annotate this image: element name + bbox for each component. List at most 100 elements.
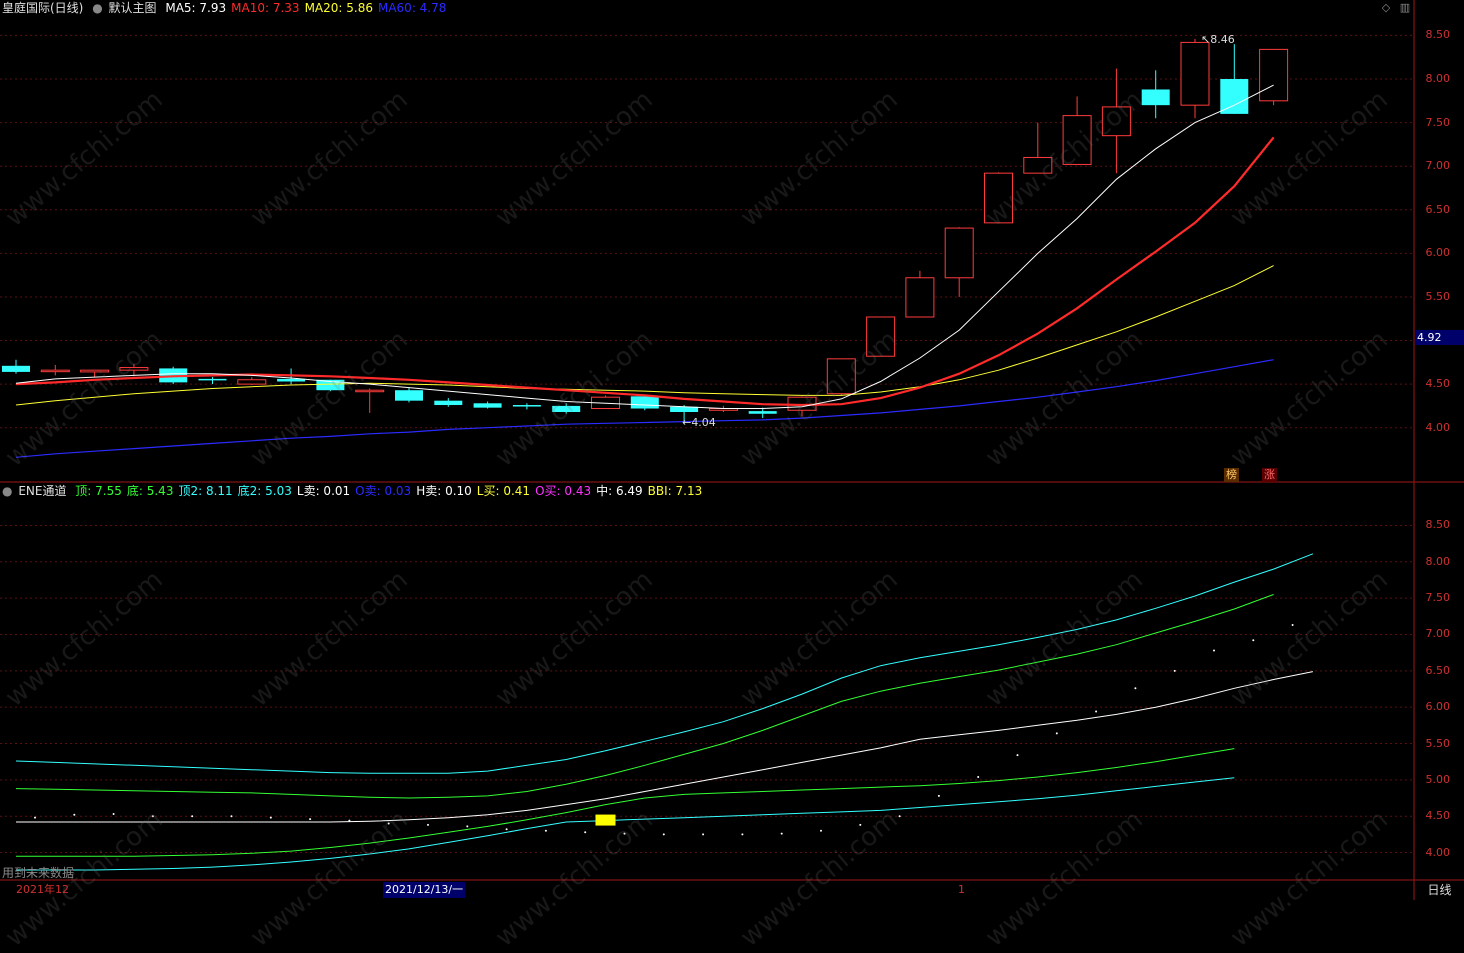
ma-label-1: MA5: 7.93 — [165, 1, 227, 15]
candle[interactable] — [1220, 44, 1249, 114]
chart-frame — [0, 0, 1464, 900]
bbi-dot — [623, 832, 626, 835]
ene-label-11: BBI: 7.13 — [647, 484, 703, 498]
sub-axis-tick: 7.50 — [1425, 591, 1451, 605]
candle[interactable] — [1062, 96, 1092, 165]
sub-axis-tick: 6.50 — [1425, 663, 1451, 677]
template-name[interactable]: 默认主图 — [109, 1, 157, 15]
candle[interactable] — [395, 387, 423, 403]
sub-axis-tick: 4.00 — [1425, 845, 1451, 859]
candle[interactable] — [355, 388, 385, 413]
ma-label-4: MA60: 4.78 — [377, 1, 447, 15]
ene-label-10: 中: 6.49 — [596, 484, 643, 498]
sub-axis-tick: 6.00 — [1425, 700, 1451, 714]
candle[interactable] — [1141, 70, 1170, 119]
candle[interactable] — [198, 377, 227, 385]
bbi-dot — [112, 813, 115, 816]
candle[interactable] — [80, 369, 110, 378]
bbi-dot — [741, 833, 744, 836]
stock-name[interactable]: 皇庭国际(日线) — [2, 1, 83, 15]
low-price-marker: ←4.04 — [682, 416, 716, 430]
future-data-note: 用到未来数据 — [2, 866, 75, 880]
current-price-tag: 4.92 — [1415, 330, 1464, 345]
candle[interactable] — [512, 403, 541, 410]
bbi-dot — [898, 815, 901, 818]
bbi-dot — [151, 815, 154, 818]
bbi-dot — [348, 819, 351, 822]
limit-up-badge[interactable]: 涨 — [1262, 468, 1277, 482]
ene-top2-line — [15, 553, 1314, 774]
candle[interactable] — [1259, 48, 1289, 106]
ene-legend: 顶: 7.55 底: 5.43 顶2: 8.11 底2: 5.03 L卖: 0.01 O卖… — [75, 484, 707, 498]
ene-label-9: O买: 0.43 — [535, 484, 592, 498]
candle[interactable] — [473, 401, 502, 409]
indicator-dropdown-icon[interactable]: ● — [2, 484, 12, 498]
panel-toggle-icon[interactable]: ▥ — [1399, 2, 1411, 14]
main-axis-tick: 4.00 — [1425, 420, 1451, 434]
ene-mid-line — [16, 671, 1313, 823]
candle[interactable] — [434, 398, 463, 407]
ma-label-2: MA10: 7.33 — [231, 1, 300, 15]
bbi-dot — [309, 818, 312, 821]
candle[interactable] — [826, 358, 856, 396]
bbi-dot — [1173, 669, 1176, 672]
candle[interactable] — [866, 316, 896, 357]
bbi-dot — [584, 831, 587, 834]
bbi-dot — [505, 828, 508, 831]
period-selector[interactable]: 日线 — [1415, 881, 1464, 900]
chart-canvas[interactable] — [0, 0, 1464, 900]
bbi-dot — [191, 815, 194, 818]
ene-label-4: 底2: 5.03 — [237, 484, 292, 498]
ene-label-8: L买: 0.41 — [476, 484, 531, 498]
candle[interactable] — [552, 403, 581, 414]
sub-axis-tick: 5.50 — [1425, 736, 1451, 750]
bbi-dot — [1016, 754, 1019, 757]
ma20-line — [15, 265, 1274, 406]
bbi-dot — [780, 832, 783, 835]
bbi-dot — [1095, 710, 1098, 713]
time-cursor-label: 2021/12/13/一 — [383, 882, 466, 898]
bbi-dot — [544, 829, 547, 832]
indicator-name[interactable]: ENE通道 — [18, 484, 66, 498]
bbi-dot — [702, 833, 705, 836]
rank-badge[interactable]: 榜 — [1224, 468, 1239, 482]
candle[interactable] — [2, 359, 30, 374]
sub-axis-tick: 8.50 — [1425, 518, 1451, 532]
candle[interactable] — [237, 377, 267, 385]
candle[interactable] — [1180, 38, 1210, 119]
bbi-dot — [387, 822, 390, 825]
candle[interactable] — [984, 172, 1013, 224]
candle[interactable] — [944, 227, 974, 297]
high-price-marker: ↖8.46 — [1201, 32, 1235, 46]
bbi-dot — [859, 823, 862, 826]
sub-axis-tick: 4.50 — [1425, 809, 1451, 823]
candle[interactable] — [119, 364, 149, 377]
main-axis-tick: 6.00 — [1425, 246, 1451, 260]
ene-label-1: 顶: 7.55 — [75, 484, 122, 498]
candle[interactable] — [1101, 68, 1131, 174]
sub-axis-tick: 7.00 — [1425, 627, 1451, 641]
ene-label-3: 顶2: 8.11 — [178, 484, 233, 498]
ma-legend: MA5: 7.93 MA10: 7.33 MA20: 5.86 MA60: 4.78 — [165, 1, 451, 15]
candle[interactable] — [40, 364, 70, 376]
candle[interactable] — [591, 395, 620, 410]
main-axis-tick: 5.50 — [1425, 289, 1451, 303]
ma-label-3: MA20: 5.86 — [304, 1, 373, 15]
ene-label-2: 底: 5.43 — [126, 484, 174, 498]
candlestick-series[interactable] — [2, 38, 1289, 425]
bbi-dot — [269, 816, 272, 819]
candle[interactable] — [905, 270, 935, 318]
diamond-icon[interactable]: ◇ — [1380, 2, 1392, 14]
time-axis-start: 2021年12 — [16, 883, 69, 896]
bbi-dot — [1134, 687, 1137, 690]
bbi-dot — [34, 816, 36, 819]
signal-marker[interactable] — [595, 814, 616, 826]
main-chart-header: 皇庭国际(日线) ● 默认主图 MA5: 7.93 MA10: 7.33 MA20:… — [2, 0, 456, 16]
candle[interactable] — [1023, 122, 1053, 174]
template-dropdown-icon[interactable]: ● — [92, 1, 102, 15]
main-axis-tick: 7.50 — [1425, 115, 1451, 129]
main-axis-tick: 4.50 — [1425, 377, 1451, 391]
bbi-dot — [73, 813, 76, 816]
ene-header: ● ENE通道 顶: 7.55 底: 5.43 顶2: 8.11 底2: 5.03 L卖… — [2, 483, 712, 499]
candle[interactable] — [748, 407, 777, 419]
